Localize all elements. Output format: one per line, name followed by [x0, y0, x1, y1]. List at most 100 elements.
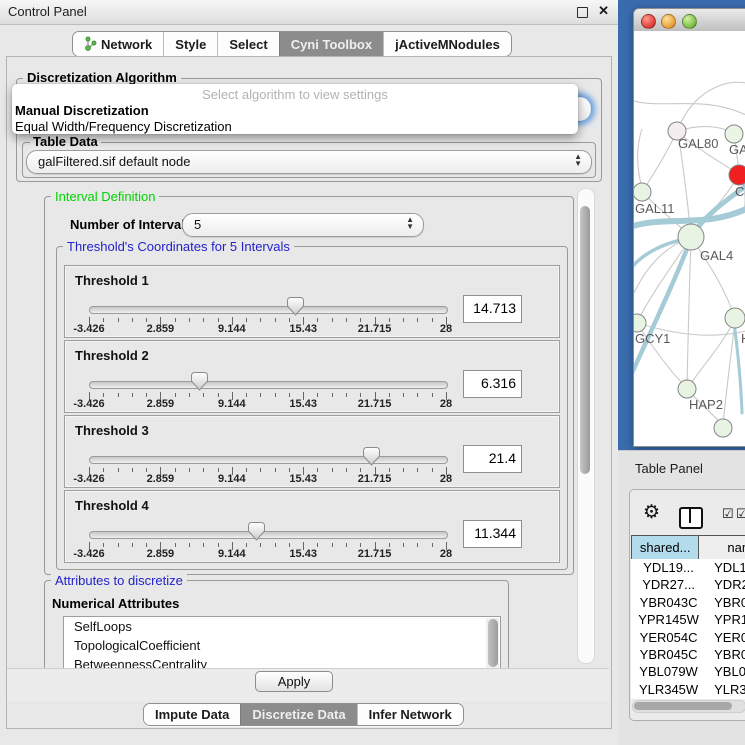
tick-mark	[275, 393, 276, 397]
tab-network[interactable]: Network	[73, 32, 163, 56]
cell-name: YER0	[706, 629, 745, 646]
slider-track[interactable]	[89, 456, 448, 464]
slider-thumb[interactable]	[191, 372, 208, 391]
tick-mark	[146, 468, 147, 472]
slider-thumb[interactable]	[248, 522, 265, 541]
table-row[interactable]: YPR145WYPR1	[631, 611, 745, 628]
tick-mark	[432, 468, 433, 472]
table-row[interactable]: YIL052CYIL0	[631, 698, 745, 699]
tab-select[interactable]: Select	[217, 32, 278, 56]
split-columns-icon[interactable]	[679, 507, 703, 529]
table-row[interactable]: YBR045CYBR0	[631, 646, 745, 663]
scrollbar-thumb[interactable]	[580, 206, 590, 474]
tick-mark	[246, 393, 247, 397]
tick-mark	[289, 318, 290, 322]
tick-mark	[403, 543, 404, 547]
axis-tick-label: 2.859	[147, 473, 175, 485]
cell-name: YBR0	[706, 646, 745, 663]
table-row[interactable]: YLR345WYLR3	[631, 681, 745, 698]
numerical-attributes-label: Numerical Attributes	[52, 596, 179, 611]
threshold-value-field[interactable]: 21.4	[463, 445, 522, 473]
tick-mark	[103, 543, 104, 547]
hscrollbar-thumb[interactable]	[634, 702, 732, 710]
network-window: GAL80GACGAL11GAL4GCY1HHAP2	[633, 8, 745, 447]
tick-mark	[417, 543, 418, 547]
threshold-panel: Threshold 1-3.4262.8599.14415.4321.71528…	[64, 265, 560, 338]
slider-thumb[interactable]	[287, 297, 304, 316]
list-scrollbar-thumb[interactable]	[488, 619, 498, 667]
checkbox-icon[interactable]: ☑	[722, 506, 734, 522]
zoom-traffic-light[interactable]	[682, 14, 697, 29]
cp-bottom-tabbar: Impute DataDiscretize DataInfer Network	[143, 703, 464, 726]
float-window-icon[interactable]	[577, 7, 588, 18]
gear-icon[interactable]: ⚙	[643, 501, 660, 524]
table-row[interactable]: YDR27...YDR2	[631, 576, 745, 593]
numerical-attributes-list[interactable]: SelfLoopsTopologicalCoefficientBetweenne…	[63, 616, 501, 670]
tab-label: Network	[101, 37, 152, 52]
table-row[interactable]: YBL079WYBL0	[631, 663, 745, 680]
number-of-intervals-combobox[interactable]: 5 ▲▼	[182, 213, 424, 237]
tab-style[interactable]: Style	[163, 32, 217, 56]
threshold-value-field[interactable]: 6.316	[463, 370, 522, 398]
column-header-shared[interactable]: shared...	[631, 536, 699, 559]
dropdown-option[interactable]: Manual Discretization	[15, 103, 149, 118]
tick-mark	[218, 393, 219, 397]
slider-thumb[interactable]	[363, 447, 380, 466]
tab-cyni-toolbox[interactable]: Cyni Toolbox	[279, 32, 383, 56]
list-scrollbar[interactable]	[486, 618, 499, 668]
axis-tick-label: 15.43	[289, 473, 317, 485]
close-traffic-light[interactable]	[641, 14, 656, 29]
network-canvas[interactable]: GAL80GACGAL11GAL4GCY1HHAP2	[634, 31, 745, 444]
table-body[interactable]: YDL19...YDL1YDR27...YDR2YBR043CYBR0YPR14…	[631, 559, 745, 699]
list-item[interactable]: TopologicalCoefficient	[64, 636, 500, 655]
close-icon[interactable]: ✕	[598, 3, 609, 19]
table-row[interactable]: YBR043CYBR0	[631, 594, 745, 611]
threshold-value-field[interactable]: 11.344	[463, 520, 522, 548]
cell-name: YLR3	[706, 681, 745, 698]
dropdown-option[interactable]: Equal Width/Frequency Discretization	[15, 119, 232, 134]
axis-tick-label: 21.715	[358, 473, 392, 485]
table-data-combobox[interactable]: galFiltered.sif default node ▲▼	[26, 150, 592, 174]
cell-name: YBL0	[706, 663, 745, 680]
threshold-label: Threshold 2	[75, 348, 149, 363]
vertical-scrollbar[interactable]	[577, 188, 595, 664]
tick-mark	[146, 393, 147, 397]
tab-jactivemnodules[interactable]: jActiveMNodules	[383, 32, 511, 56]
tick-mark	[118, 468, 119, 472]
slider-track[interactable]	[89, 531, 448, 539]
tick-mark	[332, 543, 333, 547]
horizontal-scrollbar[interactable]	[632, 700, 745, 713]
tab-label: Select	[229, 37, 267, 52]
tab-infer-network[interactable]: Infer Network	[357, 704, 463, 725]
column-header-name[interactable]: name	[699, 536, 745, 559]
threshold-value-field[interactable]: 14.713	[463, 295, 522, 323]
tick-mark	[317, 543, 318, 547]
tick-mark	[175, 318, 176, 322]
checkbox-icon[interactable]: ☑	[736, 506, 745, 522]
tab-impute-data[interactable]: Impute Data	[144, 704, 240, 725]
tab-label: Cyni Toolbox	[291, 37, 372, 52]
apply-button[interactable]: Apply	[255, 671, 333, 692]
thresholds-group-title: Threshold's Coordinates for 5 Intervals	[63, 239, 294, 254]
slider-track[interactable]	[89, 306, 448, 314]
attributes-group-title: Attributes to discretize	[51, 573, 187, 588]
cell-shared-name: YDR27...	[631, 576, 706, 593]
tick-mark	[132, 543, 133, 547]
slider-track[interactable]	[89, 381, 448, 389]
tick-mark	[103, 393, 104, 397]
tab-label: jActiveMNodules	[395, 37, 500, 52]
tab-discretize-data[interactable]: Discretize Data	[240, 704, 356, 725]
list-item[interactable]: SelfLoops	[64, 617, 500, 636]
cell-shared-name: YLR345W	[631, 681, 706, 698]
tick-mark	[203, 393, 204, 397]
table-row[interactable]: YDL19...YDL1	[631, 559, 745, 576]
minimize-traffic-light[interactable]	[661, 14, 676, 29]
table-row[interactable]: YER054CYER0	[631, 629, 745, 646]
table-panel-box: ⚙ ☑ ☑ shared... name YDL19...YDL1YDR27..…	[629, 489, 745, 721]
tick-mark	[146, 318, 147, 322]
svg-text:GA: GA	[729, 142, 745, 157]
tick-mark	[332, 393, 333, 397]
axis-tick-label: 9.144	[218, 548, 246, 560]
svg-text:GCY1: GCY1	[635, 331, 670, 346]
tick-mark	[389, 393, 390, 397]
